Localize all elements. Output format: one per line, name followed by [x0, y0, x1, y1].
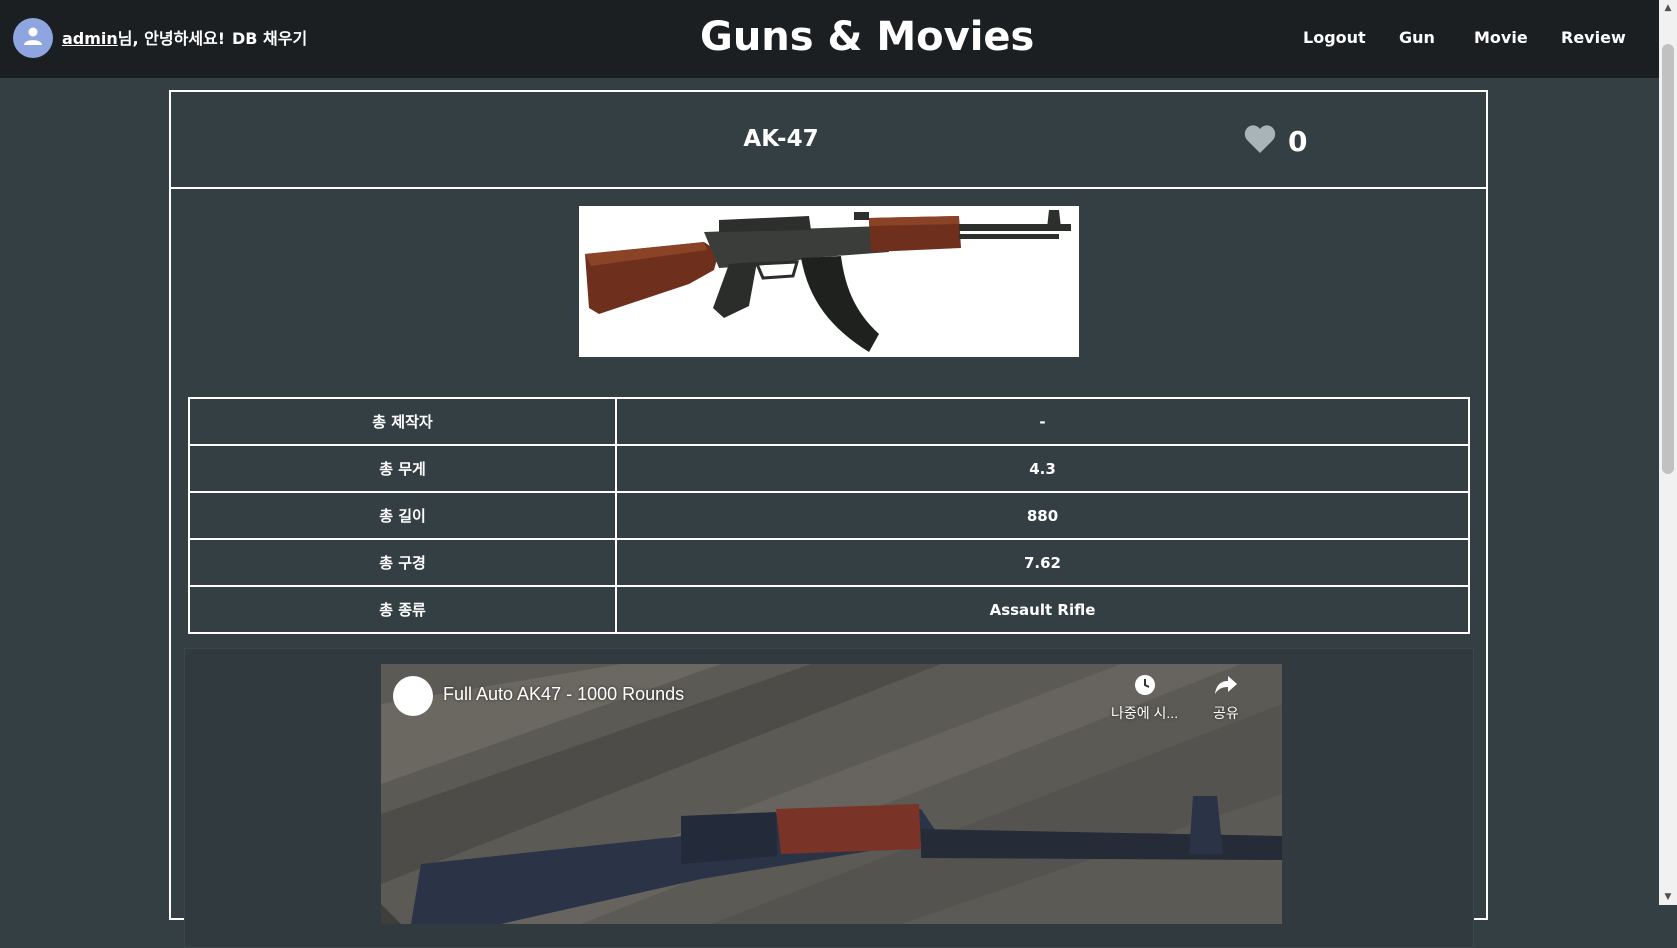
logout-link[interactable]: Logout: [1303, 28, 1366, 47]
share-label: 공유: [1213, 705, 1239, 721]
watch-later-button[interactable]: 나중에 시...: [1111, 674, 1178, 723]
watch-later-label: 나중에 시...: [1111, 705, 1179, 721]
spec-label-manufacturer: 총 제작자: [188, 397, 617, 446]
gun-title: AK-47: [743, 126, 819, 152]
greeting-text: 님, 안녕하세요!: [117, 29, 226, 48]
spec-value-weight: 4.3: [615, 444, 1470, 493]
channel-avatar[interactable]: [393, 676, 433, 716]
gun-detail-card: AK-47 0 총 제작자 - 총 무게 4.3 총 길이 880 총 구경 7…: [169, 90, 1488, 948]
heart-icon[interactable]: [1244, 124, 1276, 158]
table-row: 총 제작자 -: [188, 397, 1470, 446]
scroll-down-arrow-icon[interactable]: ▼: [1659, 889, 1677, 905]
username-link[interactable]: admin: [62, 29, 118, 48]
spec-label-caliber: 총 구경: [188, 538, 617, 587]
table-row: 총 구경 7.62: [188, 538, 1470, 587]
video-title[interactable]: Full Auto AK47 - 1000 Rounds: [443, 684, 684, 705]
table-row: 총 종류 Assault Rifle: [188, 585, 1470, 634]
spec-label-length: 총 길이: [188, 491, 617, 540]
nav-gun-link[interactable]: Gun: [1399, 28, 1435, 47]
share-button[interactable]: 공유: [1213, 674, 1239, 723]
nav-review-link[interactable]: Review: [1561, 28, 1626, 47]
spec-label-weight: 총 무게: [188, 444, 617, 493]
youtube-video-embed[interactable]: Full Auto AK47 - 1000 Rounds 나중에 시... 공유: [381, 664, 1282, 924]
user-greeting: admin님, 안녕하세요!: [62, 25, 225, 49]
page-scrollbar[interactable]: ▲ ▼: [1659, 0, 1677, 905]
clock-icon: [1134, 674, 1156, 699]
avatar[interactable]: [13, 18, 53, 58]
site-title[interactable]: Guns & Movies: [700, 14, 1034, 60]
table-row: 총 길이 880: [188, 491, 1470, 540]
video-panel: Full Auto AK47 - 1000 Rounds 나중에 시... 공유: [184, 648, 1474, 948]
share-icon: [1214, 674, 1238, 699]
table-row: 총 무게 4.3: [188, 444, 1470, 493]
nav-movie-link[interactable]: Movie: [1474, 28, 1528, 47]
spec-value-manufacturer: -: [615, 397, 1470, 446]
scroll-thumb[interactable]: [1662, 44, 1674, 474]
user-icon: [22, 25, 44, 51]
like-button[interactable]: 0: [1244, 124, 1307, 158]
spec-label-type: 총 종류: [188, 585, 617, 634]
gun-image: [579, 206, 1079, 357]
spec-value-type: Assault Rifle: [615, 585, 1470, 634]
gun-spec-table: 총 제작자 - 총 무게 4.3 총 길이 880 총 구경 7.62 총 종류…: [188, 397, 1470, 634]
spec-value-caliber: 7.62: [615, 538, 1470, 587]
like-count: 0: [1288, 124, 1308, 158]
card-header: AK-47 0: [171, 92, 1486, 189]
scroll-up-arrow-icon[interactable]: ▲: [1659, 0, 1677, 16]
spec-value-length: 880: [615, 491, 1470, 540]
top-navbar: admin님, 안녕하세요! DB 채우기 Guns & Movies Logo…: [0, 0, 1659, 78]
db-fill-link[interactable]: DB 채우기: [232, 25, 307, 49]
